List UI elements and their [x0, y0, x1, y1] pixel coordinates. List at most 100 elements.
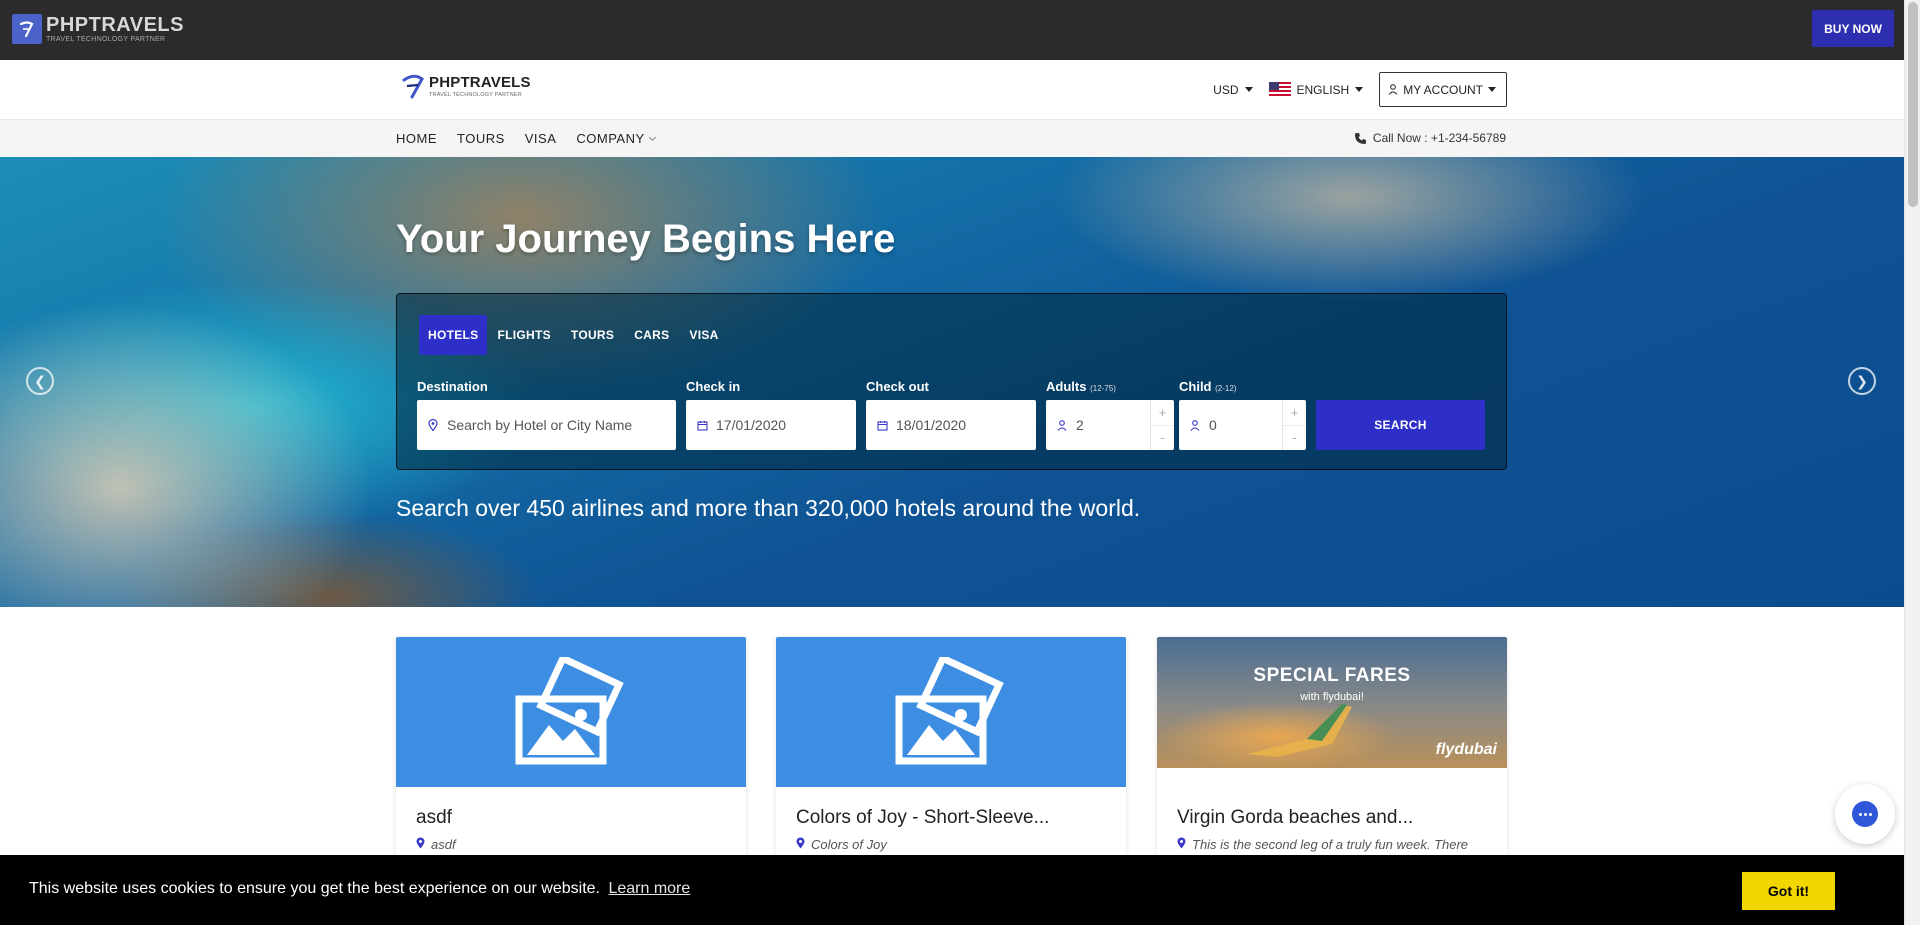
tab-visa[interactable]: VISA — [679, 315, 728, 355]
calendar-icon — [696, 420, 708, 431]
checkin-label: Check in — [686, 379, 741, 394]
card-location: Colors of Joy — [796, 837, 887, 852]
user-icon — [1388, 84, 1398, 95]
nav-label: TOURS — [457, 131, 505, 146]
call-now-text: Call Now : +1-234-56789 — [1372, 131, 1506, 145]
currency-dropdown[interactable]: USD — [1213, 82, 1253, 97]
hero-banner: ❮ ❯ Your Journey Begins Here HOTELS FLIG… — [0, 157, 1904, 607]
topbar-brand[interactable]: PHPTRAVELS TRAVEL TECHNOLOGY PARTNER — [12, 14, 184, 44]
card-promo-image: SPECIAL FARES with flydubai! flydubai — [1157, 637, 1507, 768]
image-placeholder-icon — [515, 657, 624, 765]
user-icon — [1189, 419, 1201, 431]
caret-down-icon — [1244, 87, 1253, 92]
checkout-field[interactable]: 18/01/2020 — [866, 400, 1036, 450]
chevron-right-icon: ❯ — [1856, 372, 1868, 389]
nav-label: HOME — [396, 131, 437, 146]
adults-stepper[interactable]: 2 + - — [1046, 400, 1174, 450]
card-location-text: Colors of Joy — [811, 837, 887, 852]
checkout-value: 18/01/2020 — [896, 417, 967, 433]
hero-tagline: Search over 450 airlines and more than 3… — [396, 495, 1141, 521]
promo-title: SPECIAL FARES — [1253, 665, 1411, 686]
card-image-placeholder — [776, 637, 1126, 787]
destination-label: Destination — [417, 379, 488, 394]
adults-label: Adults (12-75) — [1046, 379, 1116, 394]
destination-placeholder: Search by Hotel or City Name — [447, 417, 633, 433]
card-title: asdf — [416, 807, 452, 828]
nav-label: VISA — [524, 131, 557, 146]
site-header: PHPTRAVELS TRAVEL TECHNOLOGY PARTNER USD… — [0, 60, 1904, 120]
language-dropdown[interactable]: ENGLISH — [1268, 82, 1364, 97]
account-label: MY ACCOUNT — [1403, 82, 1483, 97]
logo-name: PHPTRAVELS — [429, 73, 531, 91]
card-location: asdf — [416, 837, 456, 852]
checkin-value: 17/01/2020 — [716, 417, 787, 433]
promo-topbar: PHPTRAVELS TRAVEL TECHNOLOGY PARTNER BUY… — [0, 0, 1904, 60]
child-increment-button[interactable]: + — [1283, 400, 1306, 426]
child-value: 0 — [1209, 417, 1217, 433]
map-pin-icon — [416, 837, 425, 852]
cookie-message: This website uses cookies to ensure you … — [29, 880, 690, 898]
card-image-placeholder — [396, 637, 746, 787]
adults-decrement-button[interactable]: - — [1151, 426, 1174, 451]
call-now[interactable]: Call Now : +1-234-56789 — [1354, 131, 1506, 145]
buy-now-button[interactable]: BUY NOW — [1812, 10, 1894, 47]
chat-button[interactable] — [1835, 784, 1895, 844]
child-decrement-button[interactable]: - — [1283, 426, 1306, 451]
site-logo[interactable]: PHPTRAVELS TRAVEL TECHNOLOGY PARTNER — [400, 72, 531, 100]
scrollbar-thumb[interactable] — [1908, 2, 1918, 207]
card-location-text: asdf — [431, 837, 456, 852]
promo-brand: flydubai — [1435, 741, 1497, 758]
card-location: This is the second leg of a truly fun we… — [1177, 837, 1468, 852]
adults-range: (12-75) — [1090, 384, 1116, 393]
chevron-left-icon: ❮ — [34, 372, 46, 389]
image-placeholder-icon — [895, 657, 1004, 765]
page-scrollbar[interactable] — [1904, 0, 1920, 925]
child-label-text: Child — [1179, 379, 1212, 394]
nav-item-home[interactable]: HOME — [396, 131, 437, 146]
language-label: ENGLISH — [1296, 82, 1350, 97]
map-pin-icon — [427, 419, 439, 431]
carousel-prev-button[interactable]: ❮ — [26, 367, 54, 395]
child-range: (2-12) — [1215, 384, 1237, 393]
card-title: Virgin Gorda beaches and... — [1177, 807, 1414, 828]
child-label: Child (2-12) — [1179, 379, 1236, 394]
nav-item-tours[interactable]: TOURS — [457, 131, 505, 146]
brand-logo-icon — [12, 14, 42, 44]
airplane-tail-icon — [1247, 704, 1352, 757]
brand-tagline: TRAVEL TECHNOLOGY PARTNER — [46, 36, 166, 43]
checkout-label: Check out — [866, 379, 929, 394]
cookie-banner: This website uses cookies to ensure you … — [0, 855, 1904, 925]
carousel-next-button[interactable]: ❯ — [1848, 367, 1876, 395]
currency-label: USD — [1213, 82, 1239, 97]
nav-item-company[interactable]: COMPANY — [576, 131, 656, 146]
search-button[interactable]: SEARCH — [1316, 400, 1485, 450]
nav-item-visa[interactable]: VISA — [525, 131, 557, 146]
phone-icon — [1354, 132, 1366, 144]
learn-more-link[interactable]: Learn more — [608, 880, 690, 897]
user-icon — [1056, 419, 1068, 431]
map-pin-icon — [796, 837, 805, 852]
site-logo-icon — [402, 74, 424, 99]
child-stepper[interactable]: 0 + - — [1179, 400, 1306, 450]
tab-tours[interactable]: TOURS — [561, 315, 624, 355]
adults-value: 2 — [1076, 417, 1084, 433]
my-account-button[interactable]: MY ACCOUNT — [1379, 72, 1507, 107]
adults-increment-button[interactable]: + — [1151, 400, 1174, 426]
logo-tagline: TRAVEL TECHNOLOGY PARTNER — [429, 91, 522, 98]
caret-down-icon — [1355, 87, 1364, 92]
brand-name: PHPTRAVELS — [46, 14, 184, 36]
cookie-message-text: This website uses cookies to ensure you … — [29, 880, 600, 897]
chat-icon — [1852, 801, 1878, 827]
tab-cars[interactable]: CARS — [624, 315, 679, 355]
calendar-icon — [876, 420, 888, 431]
cookie-accept-button[interactable]: Got it! — [1742, 872, 1835, 910]
card-location-text: This is the second leg of a truly fun we… — [1192, 837, 1469, 852]
tab-hotels[interactable]: HOTELS — [419, 315, 488, 355]
tab-flights[interactable]: FLIGHTS — [487, 315, 560, 355]
nav-label: COMPANY — [576, 131, 645, 146]
destination-input[interactable]: Search by Hotel or City Name — [417, 400, 676, 450]
search-panel: HOTELS FLIGHTS TOURS CARS VISA Destinati… — [396, 293, 1507, 470]
checkin-field[interactable]: 17/01/2020 — [686, 400, 856, 450]
caret-down-icon — [1488, 87, 1496, 92]
us-flag-icon — [1268, 82, 1291, 97]
